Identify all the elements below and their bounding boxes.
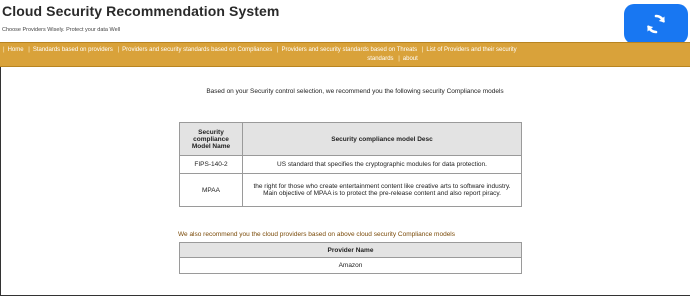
nav-standards-by-providers[interactable]: Standards based on providers <box>33 47 113 53</box>
compliance-table: Security compliance Model Name Security … <box>179 122 522 207</box>
providers-intro: We also recommend you the cloud provider… <box>178 231 455 238</box>
provider-name-cell: Amazon <box>179 257 522 274</box>
model-desc-cell: US standard that specifies the cryptogra… <box>242 155 522 174</box>
column-header-model-name: Security compliance Model Name <box>179 122 243 156</box>
nav-home[interactable]: Home <box>8 47 24 53</box>
nav-providers-by-threats[interactable]: Providers and security standards based o… <box>281 47 417 53</box>
column-header-model-desc: Security compliance model Desc <box>242 122 522 156</box>
nav-provider-list-cont[interactable]: standards <box>367 56 393 62</box>
table-row: Amazon <box>179 257 522 274</box>
site-title: Cloud Security Recommendation System <box>2 3 280 19</box>
recommendation-intro: Based on your Security control selection… <box>206 88 504 95</box>
table-header-row: Security compliance Model Name Security … <box>179 122 522 156</box>
model-desc-cell: the right for those who create entertain… <box>242 173 522 207</box>
main-content: Based on your Security control selection… <box>0 67 690 296</box>
providers-table: Provider Name Amazon <box>179 242 522 274</box>
sync-icon <box>647 14 665 34</box>
main-nav: | Home | Standards based on providers | Pro… <box>0 42 690 67</box>
nav-provider-list[interactable]: List of Providers and their security <box>426 47 516 53</box>
sync-button[interactable] <box>624 4 688 44</box>
nav-providers-by-compliances[interactable]: Providers and security standards based o… <box>122 47 272 53</box>
model-name-cell: MPAA <box>179 173 243 207</box>
table-row: MPAA the right for those who create ente… <box>179 173 522 207</box>
model-name-cell: FIPS-140-2 <box>179 155 243 174</box>
nav-about[interactable]: about <box>403 56 418 62</box>
table-row: FIPS-140-2 US standard that specifies th… <box>179 155 522 174</box>
site-tagline: Choose Providers Wisely. Protect your da… <box>2 27 121 33</box>
table-header-row: Provider Name <box>179 242 522 258</box>
site-header: Cloud Security Recommendation System Cho… <box>0 0 690 42</box>
column-header-provider-name: Provider Name <box>179 242 522 258</box>
